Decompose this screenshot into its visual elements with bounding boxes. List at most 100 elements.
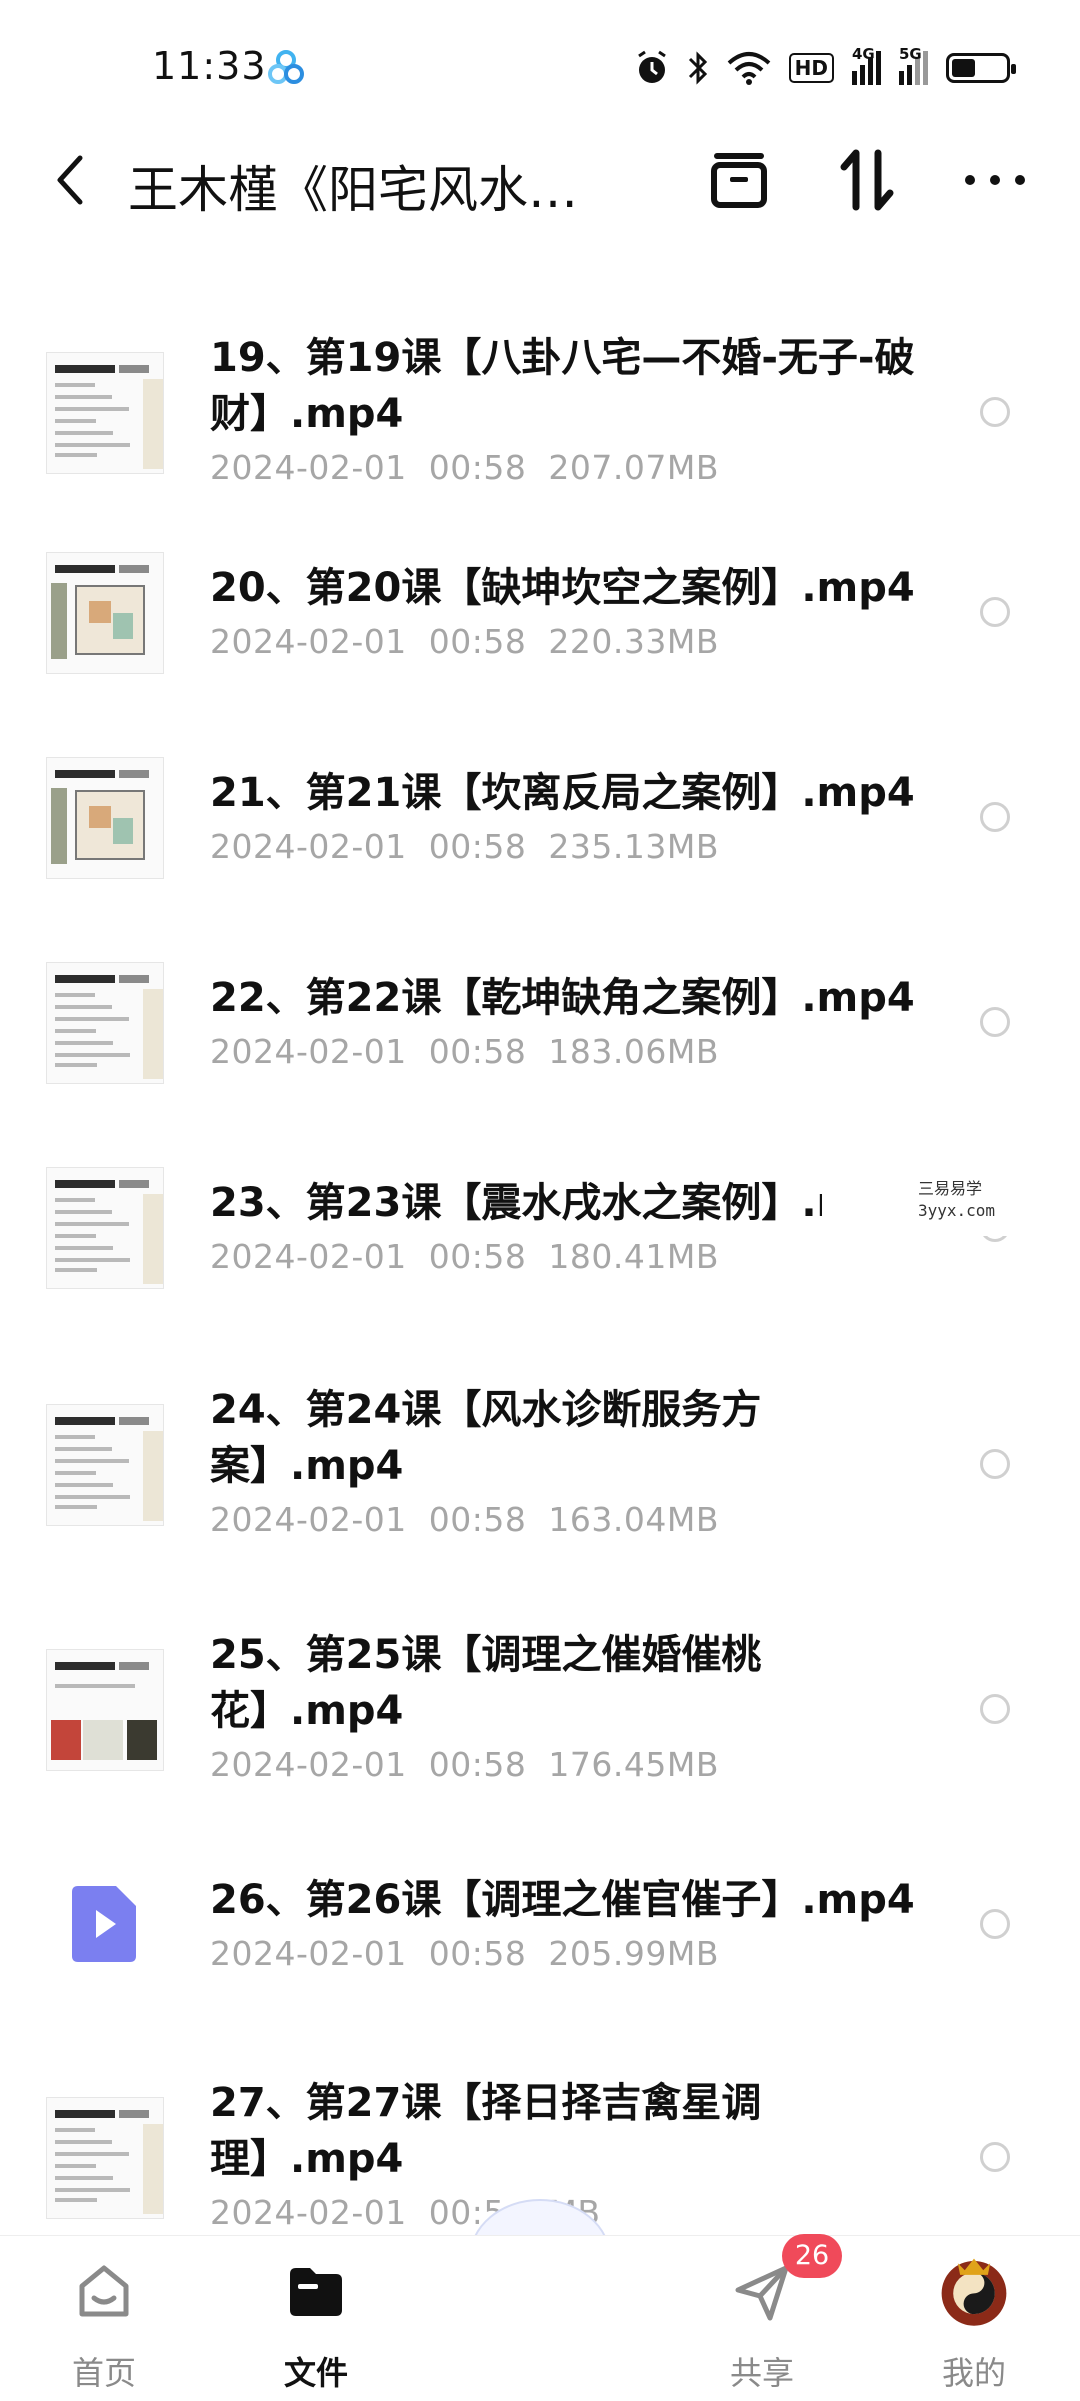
file-row[interactable]: 26、第26课【调理之催官催子】.mp4 2024-02-01 00:58 205.9… [0, 1842, 1080, 2022]
file-name-line: 22、第22课【乾坤缺角之案例】.mp4 [210, 975, 915, 1021]
file-row[interactable]: 25、第25课【调理之催婚催桃 花】.mp4 2024-02-01 00:58 176.… [0, 1597, 1080, 1817]
file-size: 183.06MB [548, 1032, 719, 1071]
watermark: 三易易学 3yyx.com [822, 1172, 1072, 1236]
file-date: 2024-02-01 [210, 622, 407, 661]
file-name-line: 21、第21课【坎离反局之案例】.mp4 [210, 770, 915, 816]
file-size: 235.13MB [548, 827, 719, 866]
avatar [941, 2258, 1007, 2326]
video-file-icon [72, 1886, 136, 1962]
file-meta: 2024-02-01 00:58 207.07MB [210, 448, 741, 487]
file-list: 19、第19课【八卦八宅—不婚-无子-破 财】.mp4 2024-02-01 00:5… [0, 300, 1080, 2235]
file-name-line: 26、第26课【调理之催官催子】.mp4 [210, 1877, 915, 1923]
file-size: 180.41MB [548, 1237, 719, 1276]
video-thumbnail [46, 757, 164, 879]
signal-5g-icon: 5G [899, 45, 928, 85]
sort-icon[interactable] [832, 145, 902, 215]
nav-mine-label: 我的 [941, 2354, 1006, 2392]
video-thumbnail [46, 1167, 164, 1289]
file-name: 20、第20课【缺坤坎空之案例】.mp4 [210, 560, 930, 616]
bluetooth-icon [688, 51, 707, 85]
file-time: 00:58 [428, 622, 527, 661]
nav-share-label: 共享 [729, 2354, 794, 2392]
select-radio[interactable] [980, 1449, 1010, 1479]
select-radio[interactable] [980, 1694, 1010, 1724]
file-time: 00:58 [428, 1237, 527, 1276]
file-size: 205.99MB [548, 1934, 719, 1973]
file-row[interactable]: 19、第19课【八卦八宅—不婚-无子-破 财】.mp4 2024-02-01 00:5… [0, 300, 1080, 520]
file-row[interactable]: 21、第21课【坎离反局之案例】.mp4 2024-02-01 00:58 235.1… [0, 735, 1080, 915]
paper-plane-icon [735, 2265, 789, 2321]
file-time: 00:58 [428, 1500, 527, 1539]
file-date: 2024-02-01 [210, 1237, 407, 1276]
file-date: 2024-02-01 [210, 827, 407, 866]
file-meta: 2024-02-01 00:58 183.06MB [210, 1032, 741, 1071]
share-count-badge: 26 [782, 2234, 842, 2278]
folder-icon [290, 2268, 342, 2316]
nav-files[interactable]: 文件 [226, 2236, 406, 2401]
select-radio[interactable] [980, 597, 1010, 627]
bottom-nav: 首页 文件 共享 我的 [0, 2235, 1080, 2401]
file-meta: 2024-02-01 00:58 163.04MB [210, 1500, 741, 1539]
file-name-line: 案】.mp4 [210, 1443, 404, 1489]
file-time: 00:58 [428, 448, 527, 487]
nav-home[interactable]: 首页 [14, 2236, 194, 2401]
select-radio[interactable] [980, 802, 1010, 832]
file-name: 24、第24课【风水诊断服务方 案】.mp4 [210, 1382, 930, 1494]
app-logo-icon [268, 50, 304, 84]
select-radio[interactable] [980, 397, 1010, 427]
file-size: 163.04MB [548, 1500, 719, 1539]
signal-4g-icon: 4G [852, 45, 881, 85]
file-name-line: 19、第19课【八卦八宅—不婚-无子-破 [210, 335, 915, 381]
alarm-icon [637, 50, 666, 83]
file-time: 00:58 [428, 1745, 527, 1784]
page-title: 王木槿《阳宅风水布… [128, 161, 608, 219]
file-time: 00:58 [428, 827, 527, 866]
video-thumbnail [46, 962, 164, 1084]
back-icon[interactable] [50, 150, 90, 210]
nav-mine[interactable]: 我的 [884, 2236, 1064, 2401]
more-icon[interactable] [960, 145, 1030, 215]
video-thumbnail [46, 1649, 164, 1771]
file-meta: 2024-02-01 00:58 205.99MB [210, 1934, 741, 1973]
select-radio[interactable] [980, 1909, 1010, 1939]
file-time: 00:58 [428, 1934, 527, 1973]
nav-files-label: 文件 [283, 2354, 348, 2392]
video-thumbnail [46, 2097, 164, 2219]
file-date: 2024-02-01 [210, 448, 407, 487]
file-size: 207.07MB [548, 448, 719, 487]
file-row[interactable]: 22、第22课【乾坤缺角之案例】.mp4 2024-02-01 00:58 183.0… [0, 940, 1080, 1120]
archive-icon[interactable] [704, 145, 774, 215]
status-time: 11:33 [152, 44, 267, 88]
select-radio[interactable] [980, 2142, 1010, 2172]
file-name: 26、第26课【调理之催官催子】.mp4 [210, 1872, 930, 1928]
home-icon [79, 2265, 129, 2317]
file-name-line: 25、第25课【调理之催婚催桃 [210, 1632, 762, 1678]
file-date: 2024-02-01 [210, 1934, 407, 1973]
file-row[interactable]: 24、第24课【风水诊断服务方 案】.mp4 2024-02-01 00:58 163.… [0, 1352, 1080, 1572]
file-row[interactable]: 20、第20课【缺坤坎空之案例】.mp4 2024-02-01 00:58 220.3… [0, 530, 1080, 710]
video-thumbnail [46, 352, 164, 474]
hd-icon: HD [788, 53, 834, 83]
file-meta: 2024-02-01 00:58 176.45MB [210, 1745, 741, 1784]
file-date: 2024-02-01 [210, 1745, 407, 1784]
wifi-icon [727, 52, 770, 85]
file-meta: 2024-02-01 00:58 235.13MB [210, 827, 741, 866]
file-name-line: 24、第24课【风水诊断服务方 [210, 1387, 762, 1433]
file-size: 176.45MB [548, 1745, 719, 1784]
select-radio[interactable] [980, 1007, 1010, 1037]
battery-icon [946, 53, 1016, 83]
file-date: 2024-02-01 [210, 1032, 407, 1071]
file-name: 27、第27课【择日择吉禽星调 理】.mp4 [210, 2075, 930, 2187]
status-icons: HD 4G 5G [635, 45, 1016, 90]
file-date: 2024-02-01 [210, 1500, 407, 1539]
file-date: 2024-02-01 [210, 2193, 407, 2232]
file-name-line: 花】.mp4 [210, 1688, 404, 1734]
file-name-line: 27、第27课【择日择吉禽星调 [210, 2080, 762, 2126]
file-name-line: 20、第20课【缺坤坎空之案例】.mp4 [210, 565, 915, 611]
file-meta: 2024-02-01 00:58 180.41MB [210, 1237, 741, 1276]
file-name: 22、第22课【乾坤缺角之案例】.mp4 [210, 970, 930, 1026]
file-name: 19、第19课【八卦八宅—不婚-无子-破 财】.mp4 [210, 330, 930, 442]
status-bar: 11:33 HD 4G 5G [0, 0, 1080, 140]
video-thumbnail [46, 552, 164, 674]
file-meta: 2024-02-01 00:58 220.33MB [210, 622, 741, 661]
